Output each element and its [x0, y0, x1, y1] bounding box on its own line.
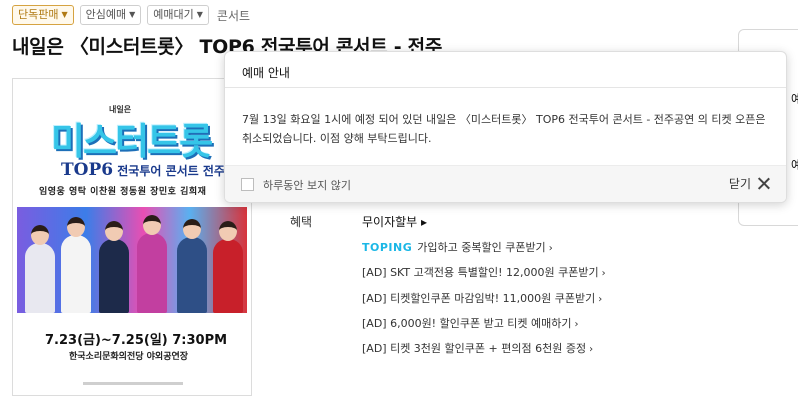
promo-text: [AD] SKT 고객전용 특별할인! 12,000원 쿠폰받기 — [362, 266, 599, 279]
hide-today-label[interactable]: 하루동안 보지 않기 — [263, 177, 351, 193]
poster-sponsor-logos — [83, 382, 183, 385]
poster-date: 7.23(금)~7.25(일) 7:30PM — [45, 333, 228, 348]
modal-header: 예매 안내 — [225, 52, 786, 88]
performer-figure — [25, 225, 55, 313]
performer-figure — [61, 217, 91, 313]
promo-text: 가입하고 중복할인 쿠폰받기 — [417, 241, 546, 254]
promo-link-toping[interactable]: TOPING 가입하고 중복할인 쿠폰받기 › — [362, 239, 553, 255]
category-breadcrumb[interactable]: 콘서트 — [217, 7, 250, 24]
toping-logo: TOPING — [362, 241, 413, 254]
waitlist-tag[interactable]: 예매대기 ▼ — [147, 5, 209, 25]
promo-text: [AD] 티켓할인쿠폰 마감임박! 11,000원 쿠폰받기 — [362, 292, 596, 305]
poster-performers-photo — [17, 207, 247, 313]
hide-today-checkbox[interactable] — [241, 178, 254, 191]
promo-link[interactable]: [AD] 티켓할인쿠폰 마감임박! 11,000원 쿠폰받기 › — [362, 290, 602, 306]
close-button[interactable]: 닫기 — [729, 175, 770, 192]
safe-booking-tag[interactable]: 안심예매 ▼ — [79, 5, 142, 25]
waitlist-label: 예매대기 — [153, 8, 194, 21]
chevron-right-icon: › — [601, 268, 606, 279]
performer-figure — [99, 221, 129, 313]
promo-link[interactable]: [AD] 6,000원! 할인쿠폰 받고 티켓 예매하기 › — [362, 315, 579, 331]
poster-venue: 한국소리문화의전당 야외공연장 — [69, 352, 189, 362]
promo-text: [AD] 6,000원! 할인쿠폰 받고 티켓 예매하기 — [362, 317, 572, 330]
poster-subtitle: TOP6 전국투어 콘서트 전주 — [61, 160, 225, 180]
modal-title: 예매 안내 — [242, 66, 290, 80]
performer-figure — [213, 221, 243, 313]
poster-image: 내일은 미스터트롯 TOP6 전국투어 콘서트 전주 임영웅 영탁 이찬원 정동… — [12, 78, 252, 396]
exclusive-sale-tag[interactable]: 단독판매 ▼ — [12, 5, 74, 25]
performer-figure — [177, 219, 207, 313]
promo-link[interactable]: [AD] SKT 고객전용 특별할인! 12,000원 쿠폰받기 › — [362, 264, 606, 280]
chevron-down-icon: ▼ — [129, 10, 136, 19]
modal-footer: 하루동안 보지 않기 닫기 — [225, 165, 786, 202]
chevron-right-icon: › — [589, 344, 594, 355]
chevron-right-icon: › — [548, 243, 553, 254]
poster-logo: 미스터트롯 — [51, 120, 213, 163]
badge-row: 단독판매 ▼ 안심예매 ▼ 예매대기 ▼ 콘서트 — [12, 5, 250, 25]
promo-link[interactable]: [AD] 티켓 3천원 할인쿠폰 + 편의점 6천원 증정 › — [362, 340, 593, 356]
chevron-right-icon: › — [574, 319, 579, 330]
side-panel-text: 예 — [791, 158, 798, 172]
booking-notice-modal: 예매 안내 7월 13일 화요일 1시에 예정 되어 있던 내일은 〈미스터트롯… — [224, 51, 787, 203]
chevron-right-icon: › — [598, 294, 603, 305]
safe-booking-label: 안심예매 — [85, 8, 127, 21]
promo-text: [AD] 티켓 3천원 할인쿠폰 + 편의점 6천원 증정 — [362, 342, 587, 355]
close-icon — [757, 177, 770, 190]
exclusive-sale-label: 단독판매 — [18, 8, 59, 21]
chevron-down-icon: ▼ — [61, 10, 68, 19]
poster-subtitle-rest: 전국투어 콘서트 전주 — [113, 164, 225, 178]
installment-link[interactable]: 무이자할부 ▸ — [362, 213, 427, 230]
chevron-down-icon: ▼ — [196, 10, 203, 19]
side-panel-text: 예 — [791, 92, 798, 106]
close-label: 닫기 — [728, 177, 751, 191]
poster-names: 임영웅 영탁 이찬원 정동원 장민호 김희재 — [39, 187, 207, 197]
benefit-label: 혜택 — [290, 215, 313, 229]
poster-subtitle-big: TOP6 — [61, 160, 114, 180]
modal-message: 7월 13일 화요일 1시에 예정 되어 있던 내일은 〈미스터트롯〉 TOP6… — [242, 113, 766, 145]
performer-figure — [137, 215, 167, 313]
